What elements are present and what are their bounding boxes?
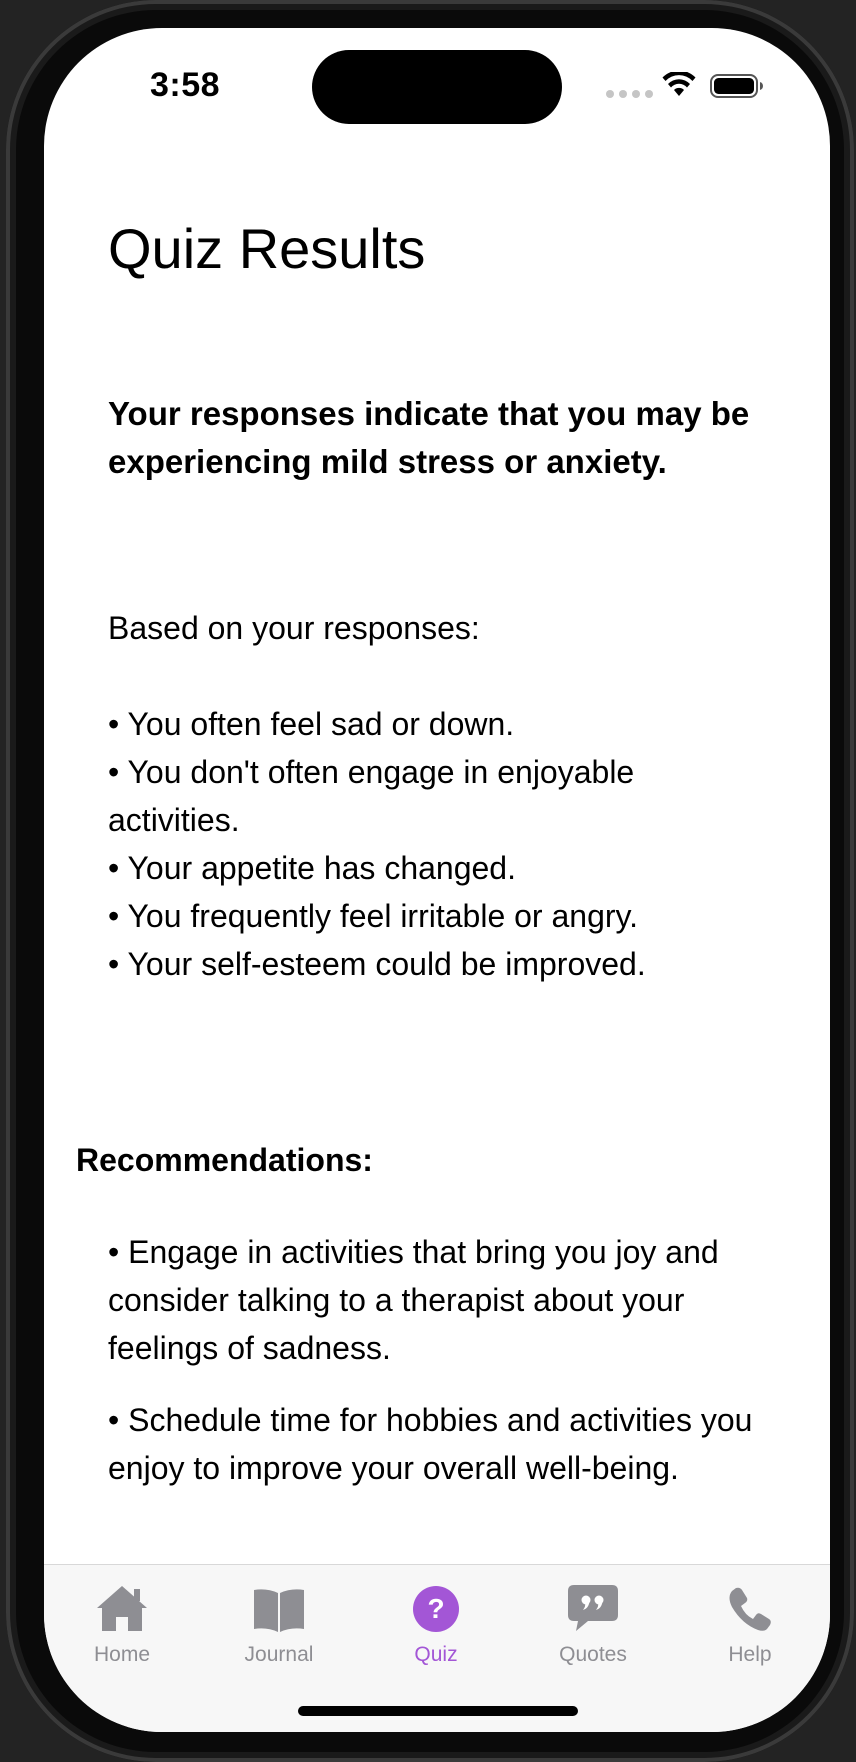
- tab-journal[interactable]: Journal: [209, 1575, 349, 1667]
- quote-bubble-icon: [568, 1585, 618, 1631]
- finding-item: • You frequently feel irritable or angry…: [108, 898, 639, 934]
- battery-icon: [710, 74, 763, 98]
- svg-text:?: ?: [427, 1593, 444, 1624]
- finding-item: • You don't often engage in enjoyable ac…: [108, 754, 635, 838]
- status-time: 3:58: [150, 66, 221, 104]
- tab-help[interactable]: Help: [680, 1575, 820, 1667]
- tab-quiz[interactable]: ? Quiz: [366, 1575, 506, 1667]
- finding-item: • Your appetite has changed.: [108, 850, 516, 886]
- phone-screen: 3:58 Quiz Results Your responses indicat…: [44, 28, 830, 1732]
- wifi-icon: [662, 72, 696, 96]
- tab-journal-label: Journal: [244, 1643, 314, 1666]
- phone-frame: 3:58 Quiz Results Your responses indicat…: [6, 0, 854, 1762]
- tab-quiz-label: Quiz: [414, 1643, 458, 1666]
- recommendation-item: • Engage in activities that bring you jo…: [108, 1234, 719, 1366]
- home-indicator[interactable]: [298, 1706, 578, 1716]
- tab-home[interactable]: Home: [52, 1575, 192, 1667]
- question-circle-icon: ?: [413, 1586, 459, 1632]
- findings-list: • You often feel sad or down. • You don'…: [108, 700, 748, 988]
- cellular-signal-icon: [606, 90, 653, 98]
- book-icon: [254, 1589, 304, 1632]
- page-title: Quiz Results: [108, 217, 426, 280]
- finding-item: • You often feel sad or down.: [108, 706, 515, 742]
- tab-quotes[interactable]: Quotes: [523, 1575, 663, 1667]
- finding-item: • Your self-esteem could be improved.: [108, 946, 646, 982]
- tab-help-label: Help: [728, 1643, 772, 1666]
- tab-quotes-label: Quotes: [559, 1643, 627, 1666]
- result-summary: Your responses indicate that you may be …: [108, 395, 750, 480]
- recommendation-item: • Schedule time for hobbies and activiti…: [108, 1402, 753, 1486]
- dynamic-island: [312, 50, 562, 124]
- recommendations-list: • Engage in activities that bring you jo…: [108, 1228, 768, 1516]
- house-icon: [97, 1586, 147, 1631]
- tab-home-label: Home: [93, 1643, 151, 1666]
- phone-icon: [729, 1587, 771, 1631]
- findings-intro: Based on your responses:: [108, 610, 480, 646]
- recommendations-heading: Recommendations:: [76, 1142, 373, 1178]
